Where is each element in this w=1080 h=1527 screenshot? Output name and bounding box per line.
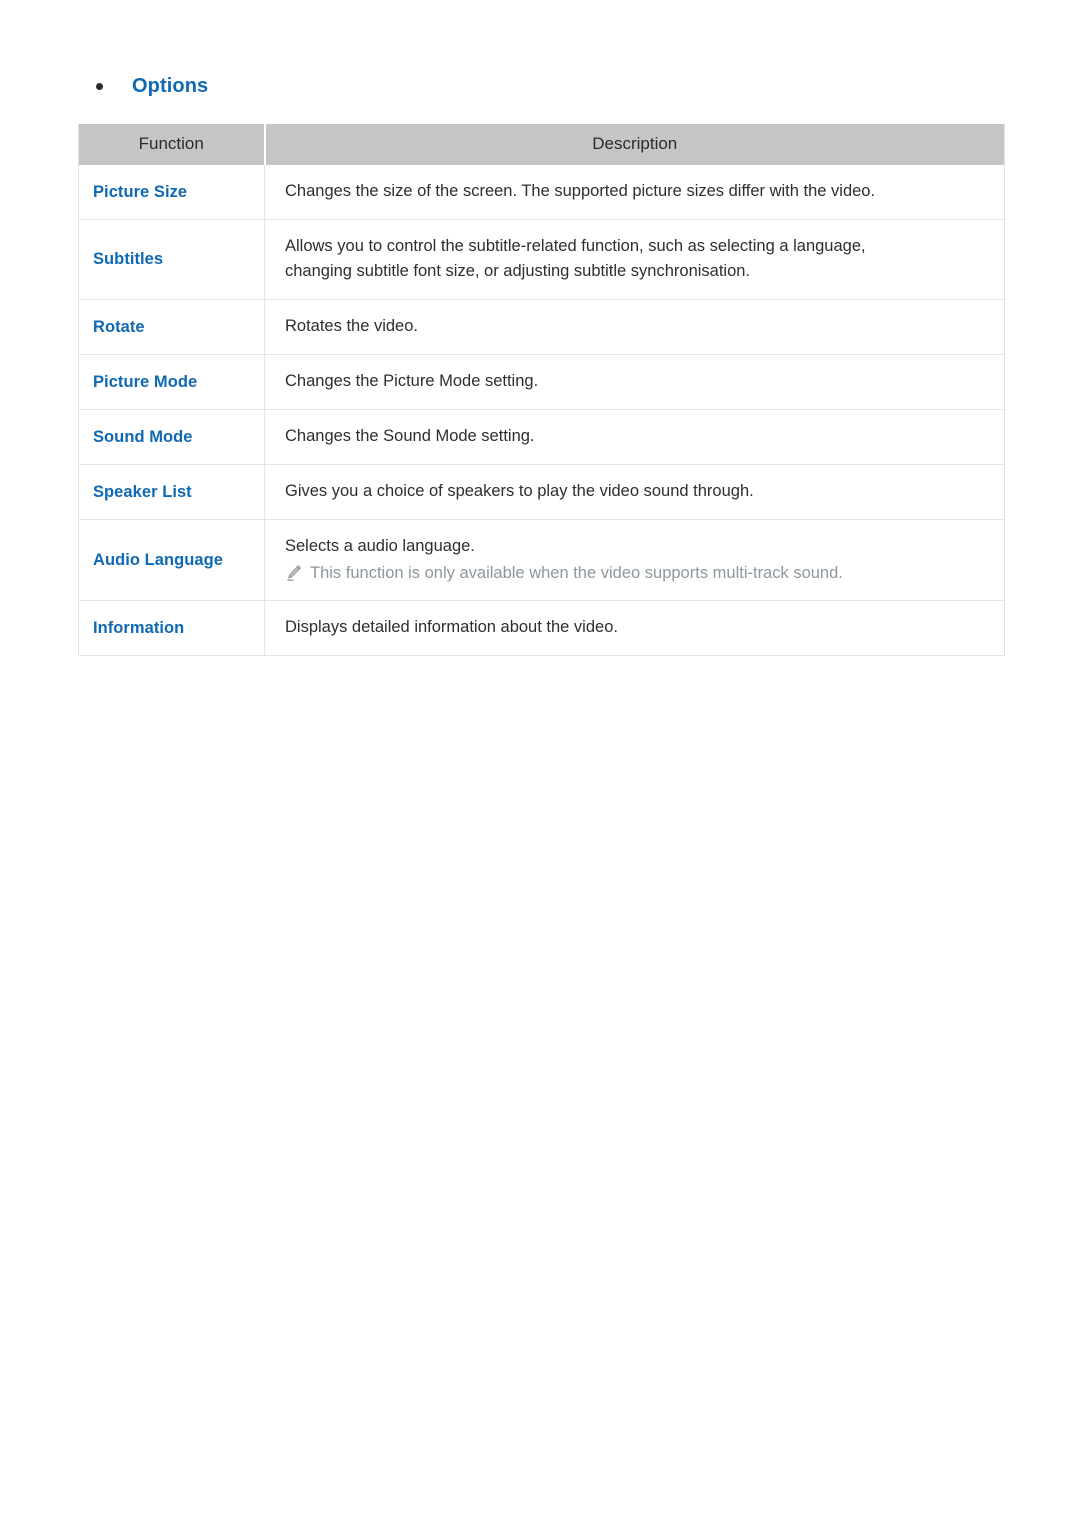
section-heading: Options [78, 72, 208, 100]
table-row: Rotate Rotates the video. [78, 299, 1005, 355]
description-cell: Displays detailed information about the … [264, 600, 1005, 656]
description-line: Changes the size of the screen. The supp… [285, 182, 876, 200]
options-table: Function Description Picture Size Changes… [78, 124, 1005, 656]
description-line: Changes the Sound Mode setting. [285, 427, 535, 445]
description-cell: Changes the Picture Mode setting. [264, 354, 1005, 410]
table-header: Function Description [78, 124, 1005, 165]
description-cell: Changes the Sound Mode setting. [264, 409, 1005, 465]
document-page: Options Function Description Picture Siz… [0, 0, 1080, 1527]
function-name-rotate[interactable]: Rotate [78, 299, 265, 355]
description-line: Changes the Picture Mode setting. [285, 372, 539, 390]
description-line: Rotates the video. [285, 317, 418, 335]
function-name-picture-size[interactable]: Picture Size [78, 165, 265, 220]
column-header-function: Function [78, 124, 266, 165]
description-cell: Changes the size of the screen. The supp… [264, 165, 1005, 220]
table-row: Picture Mode Changes the Picture Mode set… [78, 354, 1005, 410]
pencil-note-icon [285, 564, 302, 583]
description-line: Gives you a choice of speakers to play t… [285, 482, 754, 500]
table-row: Information Displays detailed information… [78, 600, 1005, 656]
function-name-information[interactable]: Information [78, 600, 265, 656]
description-line: changing subtitle font size, or adjustin… [285, 262, 751, 280]
description-cell: Selects a audio language. This function i… [264, 519, 1005, 601]
table-row: Subtitles Allows you to control the subti… [78, 219, 1005, 300]
table-header-row: Function Description [78, 124, 1005, 165]
table-body: Picture Size Changes the size of the scre… [78, 165, 1005, 656]
description-line: Allows you to control the subtitle-relat… [285, 237, 866, 255]
function-name-speaker-list[interactable]: Speaker List [78, 464, 265, 520]
column-header-description: Description [264, 124, 1005, 165]
function-name-subtitles[interactable]: Subtitles [78, 219, 265, 300]
table-row: Picture Size Changes the size of the scre… [78, 165, 1005, 220]
page-title: Options [132, 75, 209, 97]
description-line: Displays detailed information about the … [285, 618, 618, 636]
function-name-sound-mode[interactable]: Sound Mode [78, 409, 265, 465]
description-cell: Gives you a choice of speakers to play t… [264, 464, 1005, 520]
function-name-picture-mode[interactable]: Picture Mode [78, 354, 265, 410]
table-row: Speaker List Gives you a choice of speake… [78, 464, 1005, 520]
note-line: This function is only available when the… [285, 561, 988, 585]
description-line: Selects a audio language. [285, 537, 475, 555]
note-text: This function is only available when the… [310, 564, 843, 582]
table-row: Audio Language Selects a audio language. T… [78, 519, 1005, 601]
table-row: Sound Mode Changes the Sound Mode setting… [78, 409, 1005, 465]
description-cell: Allows you to control the subtitle-relat… [264, 219, 1005, 300]
function-name-audio-language[interactable]: Audio Language [78, 519, 265, 601]
description-cell: Rotates the video. [264, 299, 1005, 355]
bullet-icon [96, 82, 103, 90]
